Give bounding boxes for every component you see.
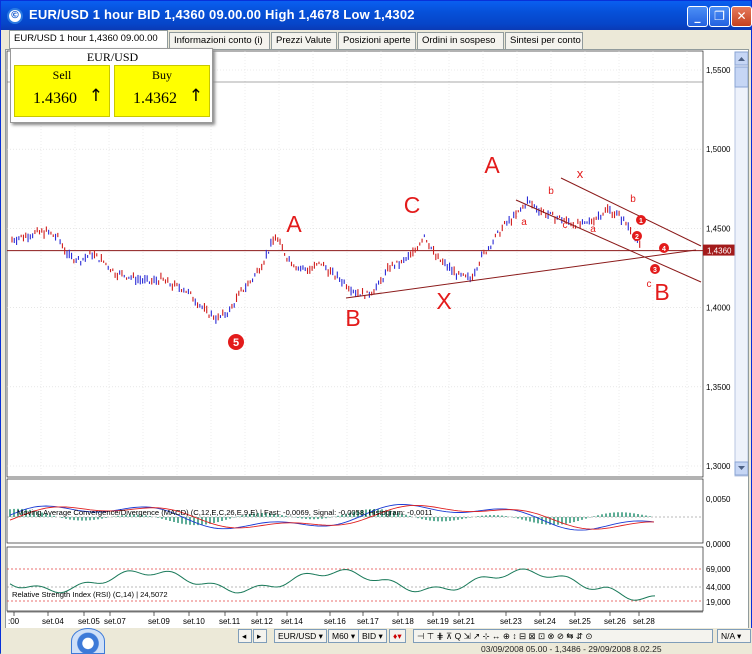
y-tick-label: 1,4500: [706, 224, 731, 233]
wave-label: A: [286, 211, 302, 237]
vertical-scrollbar[interactable]: [734, 51, 749, 477]
x-tick-label: set.17: [357, 617, 379, 626]
nav-select[interactable]: N/A ▾: [717, 629, 751, 643]
app-logo-icon: [71, 628, 105, 654]
drawing-tools[interactable]: ⊣ ⊤ ⋕ ⊼ Q ⇲ ↗ ⊹ ↔ ⊕ ↕ ⊟ ⊠ ⊡ ⊗ ⊘ ⇆ ⇵ ⊙: [413, 629, 713, 643]
price-chart[interactable]: 1,5500 1,5000 1,4500 1,4000 1,3500 1,3000 1,4…: [6, 50, 749, 628]
sell-label: Sell: [52, 68, 72, 82]
wave-label: C: [404, 192, 421, 218]
tab-pending-orders[interactable]: Ordini in sospeso: [417, 32, 504, 49]
x-tick-label: set.04: [42, 617, 64, 626]
x-tick-label: set.26: [604, 617, 626, 626]
symbol-select[interactable]: EUR/USD ▾: [274, 629, 327, 643]
macd-label: Moving Average Convergence/Divergence (M…: [17, 508, 432, 517]
side-select[interactable]: BID ▾: [358, 629, 387, 643]
current-price-label: 1,4360: [707, 247, 732, 256]
x-tick-label: set.18: [392, 617, 414, 626]
tab-prices[interactable]: Prezzi Valute: [271, 32, 337, 49]
y-tick-label: 1,4000: [706, 304, 731, 313]
rsi-label: Relative Strength Index (RSI) (C,14) | 2…: [12, 590, 168, 599]
wave-circle-label: 3: [653, 267, 657, 274]
x-tick-label: set.23: [500, 617, 522, 626]
wave-circle-label: 2: [635, 234, 639, 241]
chart-area[interactable]: 1,5500 1,5000 1,4500 1,4000 1,3500 1,3000 1,4…: [5, 49, 749, 629]
sell-box[interactable]: Sell 1.4360 ↑: [14, 65, 110, 117]
title-bar[interactable]: © EUR/USD 1 hour BID 1,4360 09.00.00 Hig…: [1, 1, 752, 30]
window-title: EUR/USD 1 hour BID 1,4360 09.00.00 High …: [29, 7, 415, 22]
buy-box[interactable]: Buy 1.4362 ↑: [114, 65, 210, 117]
rsi-tick-69: 69,000: [706, 565, 731, 574]
maximize-button[interactable]: ❐: [709, 6, 730, 27]
x-tick-label: :00: [8, 617, 20, 626]
x-tick-label: set.12: [251, 617, 273, 626]
quote-symbol: EUR/USD: [86, 50, 139, 64]
wave-label: b: [630, 194, 636, 205]
wave-circle-label: 4: [662, 246, 666, 253]
scroll-left-button[interactable]: ◂: [238, 629, 252, 643]
x-tick-label: set.05: [78, 617, 100, 626]
x-axis: :00 set.04 set.05 set.07 set.09 set.10 set.11 s…: [8, 612, 655, 626]
y-axis: 1,5500 1,5000 1,4500 1,4000 1,3500 1,3000: [706, 66, 731, 471]
y-tick-label: 1,5000: [706, 145, 731, 154]
tab-account-info[interactable]: Informazioni conto (i): [169, 32, 270, 49]
wave-label: a: [521, 217, 527, 228]
macd-tick-zero: 0,0000: [706, 540, 731, 549]
sell-price: 1.4360: [33, 90, 77, 107]
rsi-tick-19: 19,000: [706, 598, 731, 607]
quote-panel: EUR/USD Sell 1.4360 ↑ Buy 1.4362 ↑: [10, 48, 213, 123]
minimize-button[interactable]: _: [687, 6, 708, 27]
rsi-tick-44: 44,000: [706, 583, 731, 592]
wave-label: a: [590, 224, 596, 235]
bottom-toolbar: ◂ ▸ EUR/USD ▾ M60 ▾ BID ▾ ♦▾ ⊣ ⊤ ⋕ ⊼ Q ⇲…: [1, 628, 752, 654]
wave-label: B: [345, 305, 360, 331]
line-style-icon[interactable]: ♦▾: [389, 629, 406, 643]
x-tick-label: set.28: [633, 617, 655, 626]
x-tick-label: set.19: [427, 617, 449, 626]
wave-label: X: [436, 288, 451, 314]
wave-label: A: [484, 152, 500, 178]
tab-chart[interactable]: EUR/USD 1 hour 1,4360 09.00.00: [9, 30, 168, 49]
wave-circle-label: 5: [233, 337, 239, 349]
wave-label: b: [548, 186, 554, 197]
x-tick-label: set.25: [569, 617, 591, 626]
wave-label: x: [577, 166, 584, 181]
y-tick-label: 1,3000: [706, 462, 731, 471]
x-tick-label: set.10: [183, 617, 205, 626]
x-tick-label: set.24: [534, 617, 556, 626]
sell-arrow-icon: ↑: [88, 86, 103, 106]
tab-account-summary[interactable]: Sintesi per conto: [505, 32, 583, 49]
wave-label: c: [563, 220, 568, 231]
x-tick-label: set.11: [219, 617, 241, 626]
tab-strip: EUR/USD 1 hour 1,4360 09.00.00 Informazi…: [5, 30, 749, 49]
macd-tick-high: 0,0050: [706, 495, 731, 504]
buy-arrow-icon: ↑: [188, 86, 203, 106]
x-tick-label: set.07: [104, 617, 126, 626]
scroll-right-button[interactable]: ▸: [253, 629, 267, 643]
wave-label: c: [647, 279, 652, 290]
app-icon: ©: [7, 8, 23, 24]
wave-label: B: [654, 279, 669, 305]
buy-price: 1.4362: [133, 90, 177, 107]
y-tick-label: 1,3500: [706, 383, 731, 392]
chart-window: © EUR/USD 1 hour BID 1,4360 09.00.00 Hig…: [0, 0, 752, 654]
y-tick-label: 1,5500: [706, 66, 731, 75]
x-tick-label: set.09: [148, 617, 170, 626]
buy-label: Buy: [151, 68, 172, 82]
x-tick-label: set.14: [281, 617, 303, 626]
x-tick-label: set.21: [453, 617, 475, 626]
wave-circle-label: 1: [639, 218, 643, 225]
close-button[interactable]: ✕: [731, 6, 752, 27]
period-select[interactable]: M60 ▾: [328, 629, 360, 643]
tab-open-positions[interactable]: Posizioni aperte: [338, 32, 416, 49]
x-tick-label: set.16: [324, 617, 346, 626]
